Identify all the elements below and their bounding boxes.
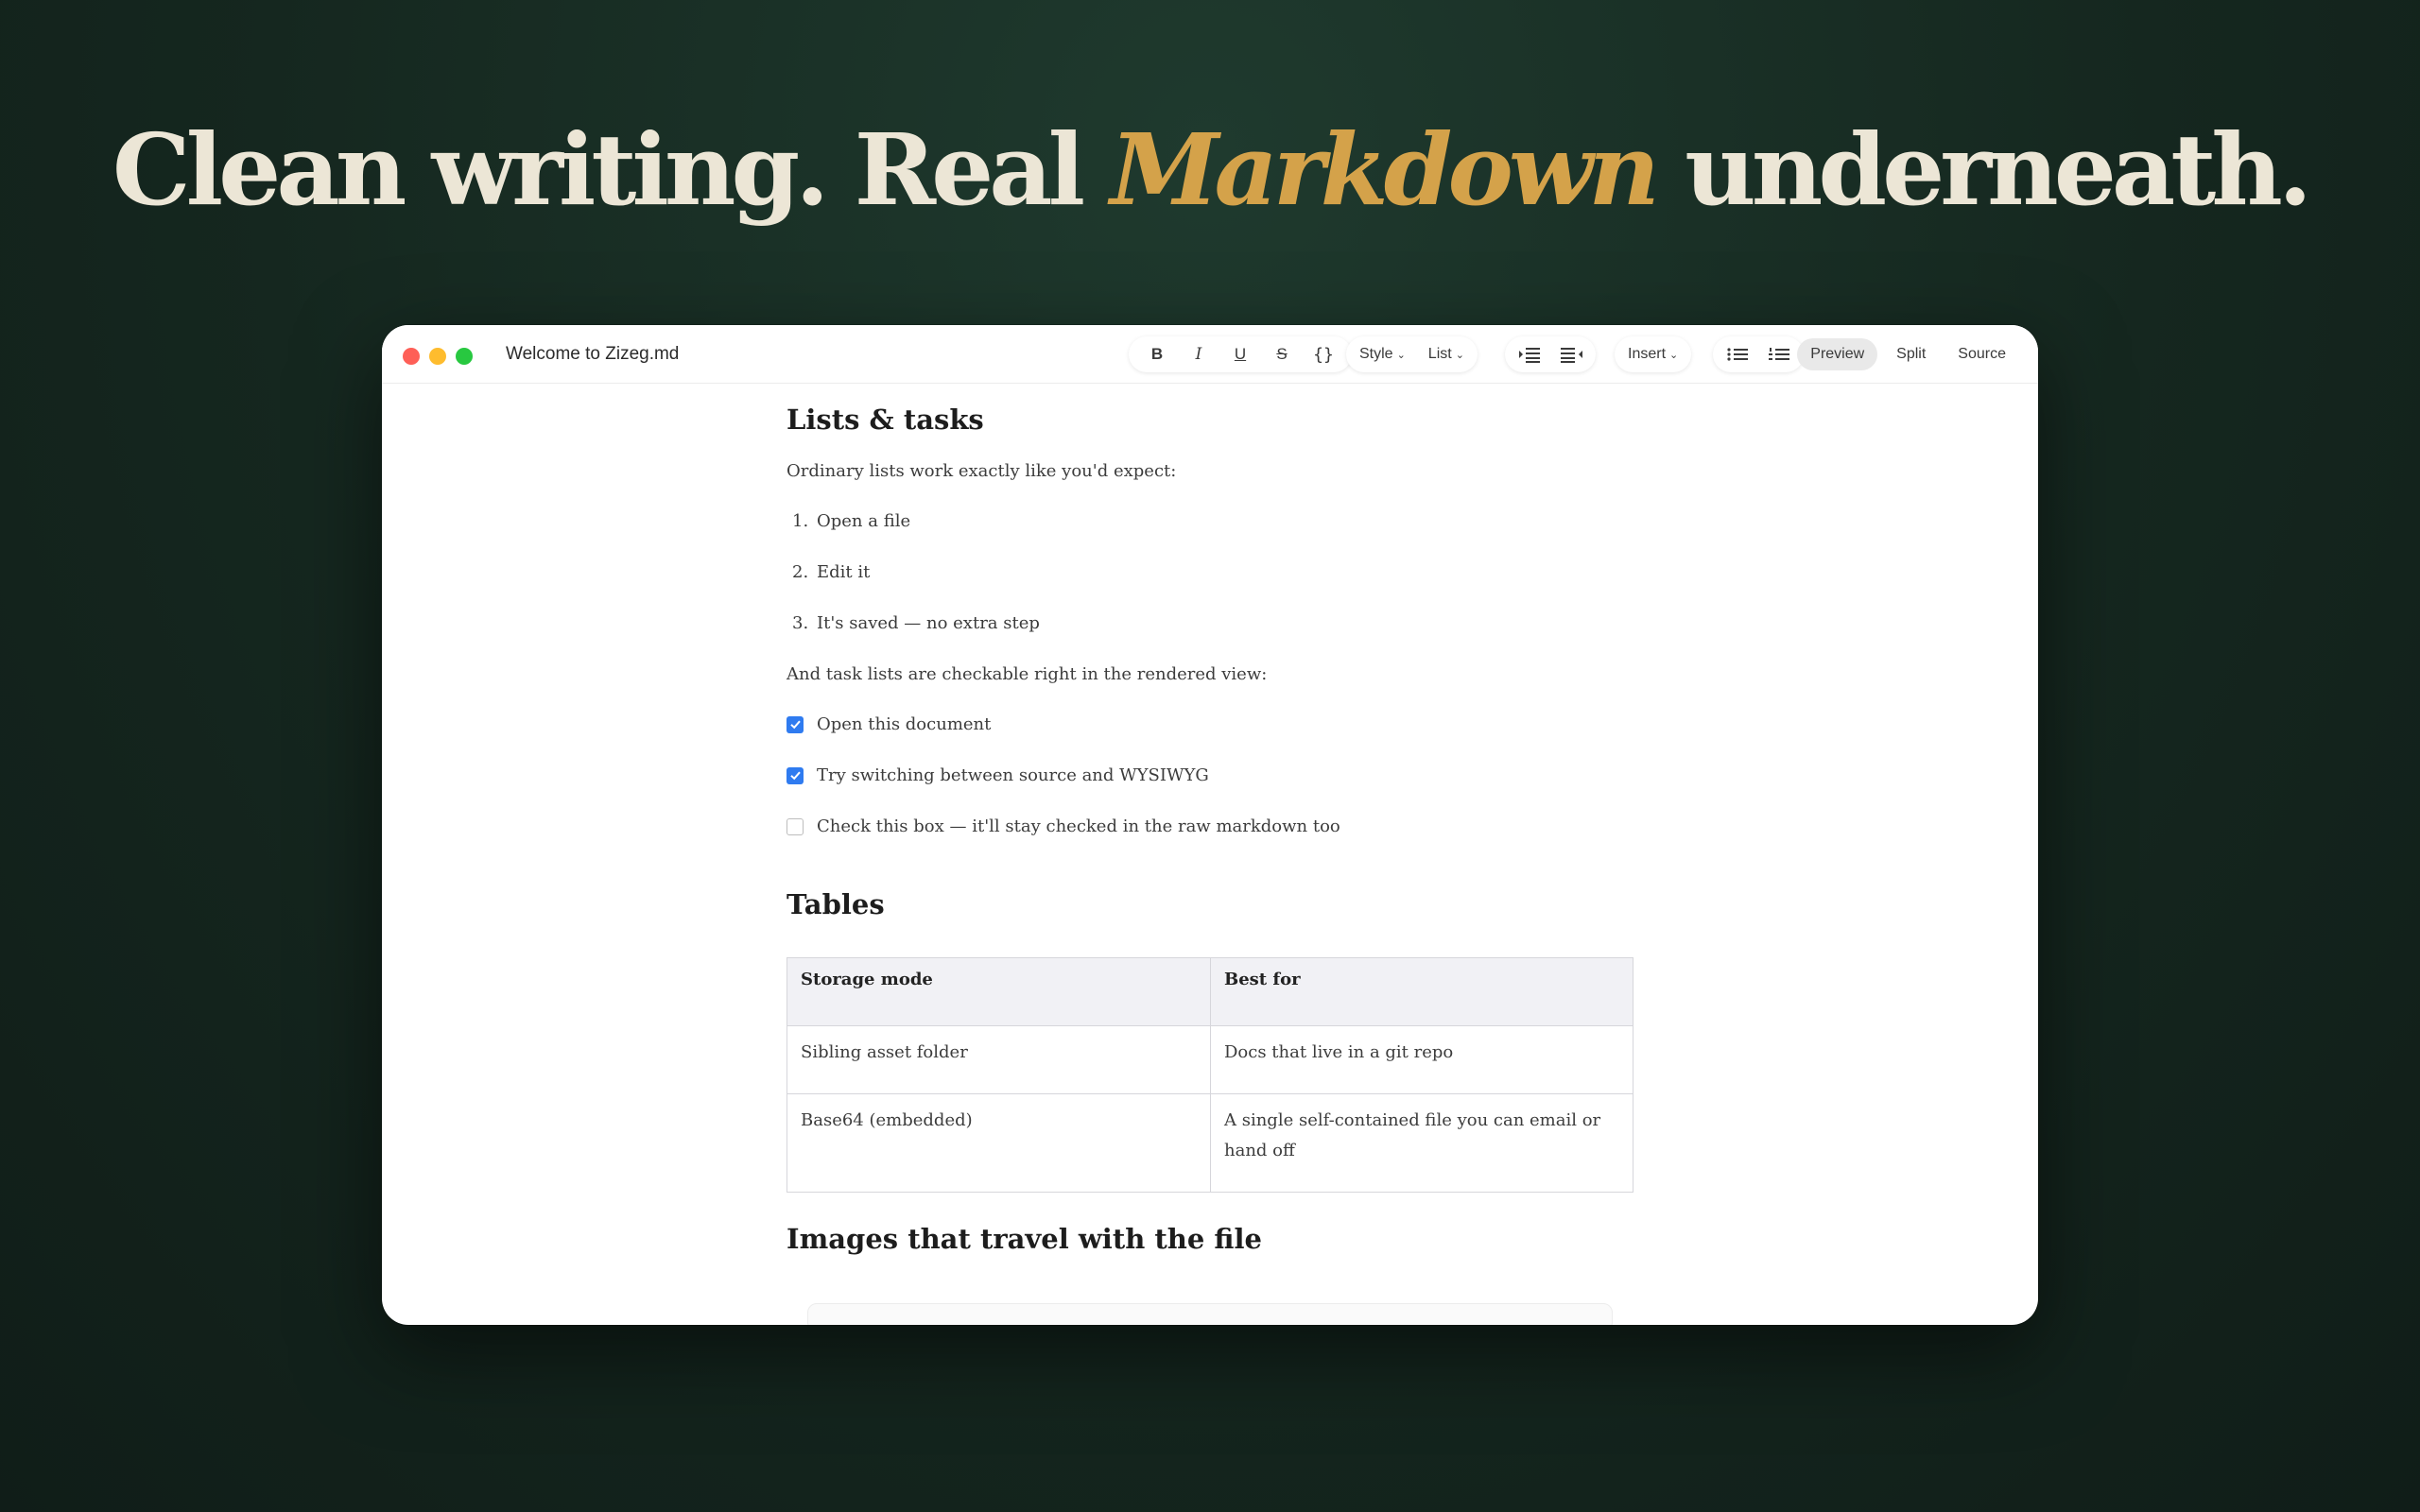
image-placeholder: [807, 1303, 1613, 1325]
task-text: Try switching between source and WYSIWYG: [817, 765, 1209, 785]
task-checkbox-checked[interactable]: [786, 766, 804, 784]
style-dropdown[interactable]: Style ⌄: [1348, 336, 1417, 372]
bold-button[interactable]: B: [1136, 336, 1178, 372]
headline-pre: Clean writing. Real: [112, 112, 1111, 228]
table-header-row: Storage mode Best for: [786, 957, 1634, 1026]
task-checkbox-unchecked[interactable]: [786, 817, 804, 835]
style-dropdown-label: Style: [1359, 346, 1393, 362]
indent-group: [1505, 336, 1596, 372]
document-title: Welcome to Zizeg.md: [506, 344, 680, 364]
task-text: Check this box — it'll stay checked in t…: [817, 816, 1340, 836]
bullet-list-icon[interactable]: [1717, 336, 1758, 372]
chevron-down-icon: ⌄: [1455, 349, 1464, 361]
headline-post: underneath.: [1654, 112, 2312, 228]
list-item: 3. It's saved — no extra step: [786, 613, 1543, 636]
image-block-peek: [786, 1303, 1634, 1325]
preview-mode-button[interactable]: Preview: [1797, 338, 1878, 370]
images-heading: Images that travel with the file: [786, 1223, 1262, 1255]
style-group: Style ⌄ List ⌄: [1346, 336, 1478, 372]
lists-intro: Ordinary lists work exactly like you'd e…: [786, 461, 1177, 481]
list-item-number: 1.: [792, 511, 809, 531]
zoom-window-button[interactable]: [456, 348, 473, 365]
table-header-cell: Best for: [1210, 957, 1634, 1026]
underline-button[interactable]: U: [1219, 336, 1261, 372]
checkmark-icon: [789, 720, 801, 730]
storage-table: Storage mode Best for Sibling asset fold…: [786, 957, 1634, 1193]
list-item: 1. Open a file: [786, 511, 1543, 534]
table-row: Sibling asset folder Docs that live in a…: [786, 1025, 1634, 1094]
list-item: 2. Edit it: [786, 562, 1543, 585]
close-window-button[interactable]: [403, 348, 420, 365]
task-item: Check this box — it'll stay checked in t…: [786, 816, 1340, 836]
numbered-list-icon[interactable]: [1758, 336, 1800, 372]
chevron-down-icon: ⌄: [1396, 349, 1406, 361]
insert-group: Insert ⌄: [1615, 336, 1692, 372]
view-mode-switcher: Preview Split Source: [1797, 336, 2019, 372]
task-checkbox-checked[interactable]: [786, 715, 804, 733]
indent-icon[interactable]: [1509, 336, 1550, 372]
task-item: Try switching between source and WYSIWYG: [786, 765, 1209, 785]
list-item-text: It's saved — no extra step: [817, 613, 1040, 633]
list-item-text: Edit it: [817, 562, 871, 582]
table-cell: Sibling asset folder: [786, 1025, 1211, 1094]
tables-heading: Tables: [786, 888, 885, 920]
editor-window: Welcome to Zizeg.md B I U S {} Style ⌄ Li…: [382, 325, 2038, 1325]
list-dropdown[interactable]: List ⌄: [1417, 336, 1476, 372]
format-group: B I U S {}: [1129, 336, 1352, 372]
source-mode-button[interactable]: Source: [1945, 338, 2019, 370]
chevron-down-icon: ⌄: [1669, 349, 1679, 361]
checkmark-icon: [789, 771, 801, 781]
insert-dropdown[interactable]: Insert ⌄: [1616, 336, 1689, 372]
strikethrough-button[interactable]: S: [1261, 336, 1303, 372]
table-cell: Base64 (embedded): [786, 1093, 1211, 1193]
italic-button[interactable]: I: [1178, 336, 1219, 372]
tasks-intro: And task lists are checkable right in th…: [786, 664, 1268, 684]
list-type-group: [1713, 336, 1804, 372]
table-cell: Docs that live in a git repo: [1210, 1025, 1634, 1094]
table-row: Base64 (embedded) A single self-containe…: [786, 1093, 1634, 1193]
task-text: Open this document: [817, 714, 992, 734]
lists-heading: Lists & tasks: [786, 404, 984, 436]
split-mode-button[interactable]: Split: [1883, 338, 1939, 370]
headline-accent: Markdown: [1110, 112, 1660, 228]
code-button[interactable]: {}: [1303, 336, 1344, 372]
table-header-cell: Storage mode: [786, 957, 1211, 1026]
list-item-number: 3.: [792, 613, 809, 633]
task-item: Open this document: [786, 714, 991, 734]
list-dropdown-label: List: [1427, 346, 1452, 362]
headline: Clean writing. Real Markdown underneath.: [0, 112, 2420, 228]
titlebar: Welcome to Zizeg.md B I U S {} Style ⌄ Li…: [382, 325, 2038, 384]
table-cell: A single self-contained file you can ema…: [1210, 1093, 1634, 1193]
minimize-window-button[interactable]: [429, 348, 446, 365]
outdent-icon[interactable]: [1550, 336, 1592, 372]
list-item-text: Open a file: [817, 511, 911, 531]
list-item-number: 2.: [792, 562, 809, 582]
insert-dropdown-label: Insert: [1628, 346, 1667, 362]
document-content[interactable]: Lists & tasks Ordinary lists work exactl…: [382, 385, 2038, 1325]
